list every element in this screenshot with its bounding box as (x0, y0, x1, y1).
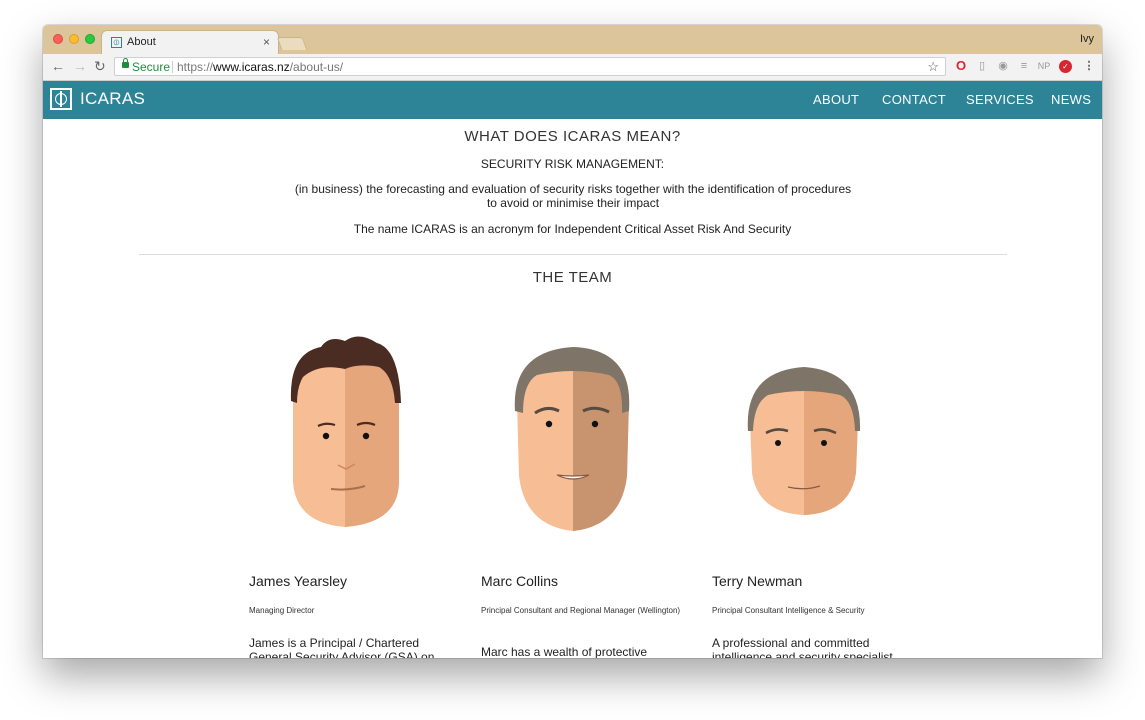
member-role: Managing Director (249, 606, 315, 615)
page-content: ICARAS ABOUT CONTACT SERVICES NEWS WHAT … (43, 81, 1102, 658)
member-bio: A professional and committed intelligenc… (712, 636, 893, 658)
meaning-subtitle: SECURITY RISK MANAGEMENT: (480, 157, 665, 171)
address-divider (172, 61, 173, 73)
lock-icon (122, 58, 129, 68)
meaning-acronym: The name ICARAS is an acronym for Indepe… (353, 222, 792, 236)
reader-icon[interactable]: ≡ (1017, 59, 1031, 73)
nav-about[interactable]: ABOUT (813, 92, 859, 107)
site-favicon-icon: ⦶ (111, 37, 122, 48)
eye-icon[interactable]: ◉ (996, 59, 1010, 73)
marc-collins-portrait (514, 347, 630, 531)
nav-contact[interactable]: CONTACT (882, 92, 946, 107)
tab-title: About (127, 36, 156, 48)
member-bio: Marc has a wealth of protective security… (481, 645, 648, 658)
nav-services[interactable]: SERVICES (966, 92, 1034, 107)
member-role: Principal Consultant Intelligence & Secu… (712, 606, 865, 615)
new-tab-button[interactable] (276, 37, 308, 50)
browser-toolbar: ← → ↻ Secure https://www.icaras.nz/about… (43, 54, 1102, 81)
james-yearsley-portrait (290, 336, 401, 527)
logo-text[interactable]: ICARAS (80, 89, 145, 109)
member-role: Principal Consultant and Regional Manage… (481, 606, 681, 615)
browser-window: ⦶ About × Ivy ← → ↻ Secure https://www.i… (43, 25, 1102, 658)
document-icon[interactable]: ▯ (975, 59, 989, 73)
minimize-window-button[interactable] (69, 34, 79, 44)
member-name: Marc Collins (481, 573, 559, 589)
section-divider (139, 254, 1007, 255)
opera-icon[interactable]: O (954, 59, 968, 73)
url-text[interactable]: https://www.icaras.nz/about-us/ (177, 60, 343, 74)
team-heading: THE TEAM (532, 269, 613, 286)
browser-tab-about[interactable]: ⦶ About × (101, 30, 279, 54)
browser-menu-icon[interactable]: ⋮ (1082, 59, 1096, 73)
tab-close-icon[interactable]: × (263, 35, 270, 49)
meaning-heading: WHAT DOES ICARAS MEAN? (464, 128, 681, 145)
red-extension-icon[interactable]: ✓ (1059, 60, 1072, 73)
forward-icon[interactable]: → (73, 58, 87, 74)
close-window-button[interactable] (53, 34, 63, 44)
url-host: www.icaras.nz (213, 60, 290, 74)
nav-news[interactable]: NEWS (1051, 92, 1091, 107)
site-header: ICARAS ABOUT CONTACT SERVICES NEWS (43, 81, 1102, 119)
title-bar: ⦶ About × Ivy (43, 25, 1102, 54)
secure-label: Secure (132, 60, 171, 74)
url-scheme: https:// (177, 60, 214, 74)
meaning-definition: (in business) the forecasting and evalua… (294, 182, 852, 210)
reload-icon[interactable]: ↻ (94, 58, 106, 74)
bookmark-star-icon[interactable]: ☆ (927, 59, 939, 75)
np-icon[interactable]: NP (1037, 59, 1051, 73)
back-icon[interactable]: ← (51, 58, 65, 74)
address-bar[interactable]: Secure https://www.icaras.nz/about-us/ ☆ (114, 57, 946, 76)
member-bio: James is a Principal / Chartered General… (249, 636, 435, 658)
terry-newman-portrait (747, 367, 861, 515)
url-path: /about-us/ (289, 60, 344, 74)
member-name: James Yearsley (249, 573, 348, 589)
profile-name[interactable]: Ivy (1080, 33, 1094, 45)
zoom-window-button[interactable] (85, 34, 95, 44)
icaras-logo-icon[interactable] (50, 88, 72, 110)
member-name: Terry Newman (712, 573, 803, 589)
